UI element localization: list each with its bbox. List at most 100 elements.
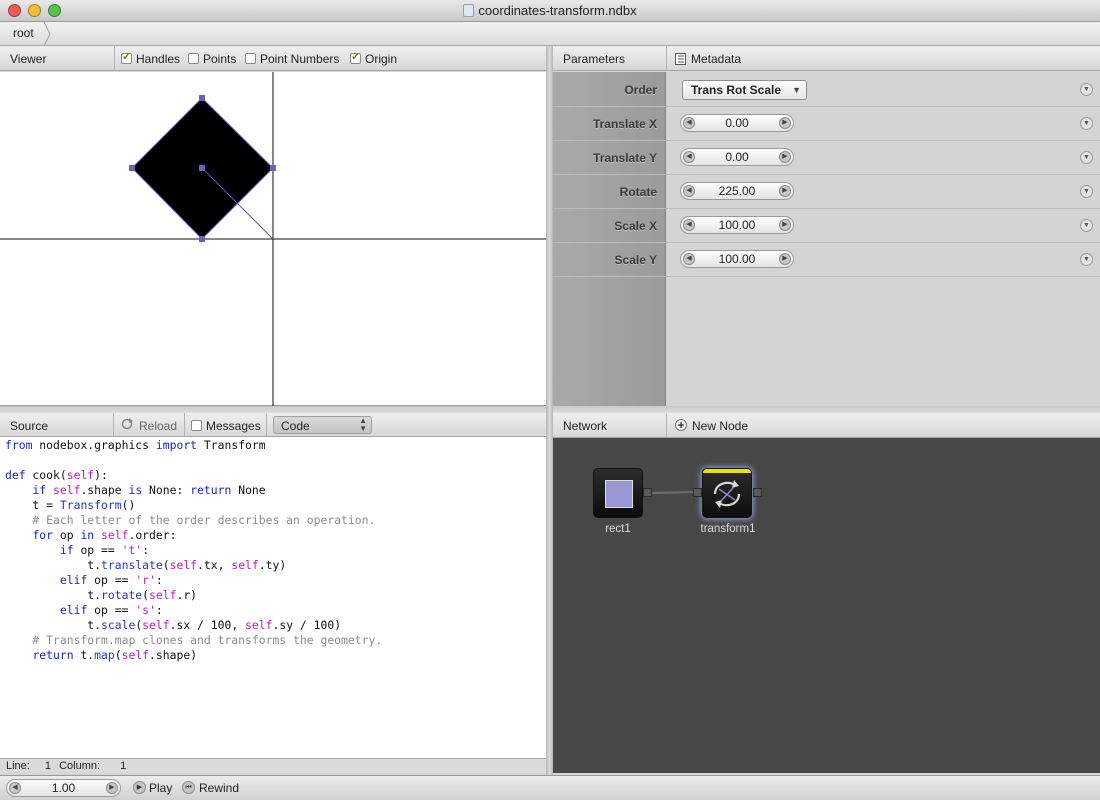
- node-rect1[interactable]: [593, 468, 643, 518]
- increment-arrow-icon[interactable]: ▶: [779, 185, 791, 197]
- messages-checkbox[interactable]: [191, 420, 202, 431]
- rewind-button[interactable]: Rewind: [199, 781, 239, 795]
- code-line: t.scale(self.sx / 100, self.sy / 100): [5, 618, 342, 632]
- translate-x-value[interactable]: 0.00: [681, 116, 793, 130]
- line-label: Line:: [6, 760, 30, 772]
- node-transform1[interactable]: [702, 468, 752, 518]
- header-divider: [666, 413, 667, 437]
- origin-checkbox[interactable]: [350, 50, 361, 64]
- rewind-icon[interactable]: ⏮: [182, 781, 195, 794]
- code-editor[interactable]: from nodebox.graphics import Transform d…: [0, 437, 546, 758]
- order-label: Order: [624, 83, 657, 97]
- handle-point[interactable]: [129, 165, 135, 171]
- increment-arrow-icon[interactable]: ▶: [106, 782, 118, 794]
- order-dropdown-value: Trans Rot Scale: [691, 83, 782, 97]
- translate-y-stepper[interactable]: ◀ 0.00 ▶: [680, 148, 794, 166]
- split-divider-right[interactable]: [553, 406, 1100, 413]
- translate-y-value[interactable]: 0.00: [681, 150, 793, 164]
- parameter-menu-icon[interactable]: ▼: [1080, 151, 1093, 164]
- parameter-menu-icon[interactable]: ▼: [1080, 185, 1093, 198]
- messages-label: Messages: [206, 419, 261, 433]
- points-label: Points: [203, 52, 237, 66]
- input-port[interactable]: [693, 488, 702, 497]
- viewer-header: Viewer Handles Points Point Numbers Orig…: [0, 46, 546, 71]
- parameters-panel: Order Trans Rot Scale ▼ ▼ Translate X ◀ 0.…: [553, 72, 1100, 406]
- rendered-indicator: [703, 469, 751, 473]
- network-title: Network: [563, 419, 608, 433]
- transform-node-icon: [713, 480, 741, 508]
- dropdown-arrow-icon: ▼: [792, 85, 801, 95]
- column-number: 1: [120, 760, 127, 772]
- rotate-stepper[interactable]: ◀ 225.00 ▶: [680, 182, 794, 200]
- reload-icon[interactable]: [121, 418, 133, 430]
- viewer-canvas[interactable]: [0, 72, 546, 406]
- code-line: t = Transform(): [5, 498, 136, 512]
- parameter-menu-icon[interactable]: ▼: [1080, 83, 1093, 96]
- code-mode-dropdown[interactable]: Code ▲ ▼: [273, 416, 372, 434]
- header-divider: [184, 413, 185, 437]
- increment-arrow-icon[interactable]: ▶: [779, 151, 791, 163]
- metadata-icon: [675, 53, 686, 65]
- new-node-button[interactable]: New Node: [692, 419, 748, 433]
- translate-x-stepper[interactable]: ◀ 0.00 ▶: [680, 114, 794, 132]
- connection-wire[interactable]: [651, 491, 698, 494]
- updown-arrows-icon: ▲ ▼: [359, 416, 367, 433]
- frame-value[interactable]: 1.00: [7, 781, 120, 795]
- increment-arrow-icon[interactable]: ▶: [779, 219, 791, 231]
- parameter-row-translate-x: Translate X ◀ 0.00 ▶ ▼: [553, 107, 1100, 141]
- scale-x-stepper[interactable]: ◀ 100.00 ▶: [680, 216, 794, 234]
- node-label-rect1: rect1: [605, 523, 631, 535]
- code-line: elif op == 's':: [59, 603, 163, 617]
- handle-point[interactable]: [270, 165, 276, 171]
- source-status-bar: Line: 1 Column: 1: [0, 758, 546, 773]
- header-divider: [114, 46, 115, 70]
- plus-icon[interactable]: [675, 419, 687, 431]
- code-mode-value: Code: [281, 419, 310, 433]
- parameter-row-scale-x: Scale X ◀ 100.00 ▶ ▼: [553, 209, 1100, 243]
- breadcrumb-root[interactable]: root: [0, 22, 46, 45]
- scale-x-value[interactable]: 100.00: [681, 218, 793, 232]
- scale-y-label: Scale Y: [614, 253, 657, 267]
- scale-y-stepper[interactable]: ◀ 100.00 ▶: [680, 250, 794, 268]
- output-port[interactable]: [753, 488, 762, 497]
- handles-checkbox[interactable]: [121, 50, 132, 64]
- handle-point[interactable]: [199, 95, 205, 101]
- center-handle-point[interactable]: [199, 165, 205, 171]
- scale-y-value[interactable]: 100.00: [681, 252, 793, 266]
- reload-button[interactable]: Reload: [139, 419, 177, 433]
- play-icon[interactable]: ▶: [133, 781, 146, 794]
- translate-x-label: Translate X: [592, 117, 657, 131]
- handle-point[interactable]: [199, 236, 205, 242]
- node-label-transform1: transform1: [700, 523, 756, 535]
- parameter-menu-icon[interactable]: ▼: [1080, 117, 1093, 130]
- source-header: Source Reload Messages Code ▲ ▼: [0, 413, 546, 437]
- parameter-menu-icon[interactable]: ▼: [1080, 253, 1093, 266]
- frame-stepper[interactable]: ◀ 1.00 ▶: [6, 779, 121, 797]
- parameter-row-rotate: Rotate ◀ 225.00 ▶ ▼: [553, 175, 1100, 209]
- column-label: Column:: [59, 760, 101, 772]
- path-bar: root: [0, 22, 1100, 46]
- rect-node-icon: [605, 480, 633, 508]
- play-button[interactable]: Play: [149, 781, 172, 795]
- translate-y-label: Translate Y: [593, 151, 657, 165]
- output-port[interactable]: [643, 488, 652, 497]
- code-line: if self.shape is None: return None: [32, 483, 266, 497]
- document-icon: [463, 4, 475, 17]
- points-checkbox[interactable]: [188, 53, 199, 64]
- parameter-row-order: Order Trans Rot Scale ▼ ▼: [553, 72, 1100, 107]
- network-canvas[interactable]: rect1 transform1: [553, 438, 1100, 773]
- tab-parameters[interactable]: Parameters: [563, 52, 625, 66]
- split-divider-left[interactable]: [0, 406, 546, 413]
- point-numbers-label: Point Numbers: [260, 52, 340, 66]
- point-numbers-checkbox[interactable]: [245, 53, 256, 64]
- split-divider-vertical[interactable]: [546, 46, 553, 775]
- increment-arrow-icon[interactable]: ▶: [779, 117, 791, 129]
- header-divider: [113, 413, 114, 437]
- order-dropdown[interactable]: Trans Rot Scale ▼: [682, 80, 807, 100]
- rotate-value[interactable]: 225.00: [681, 184, 793, 198]
- header-divider: [266, 413, 267, 437]
- tab-metadata[interactable]: Metadata: [691, 52, 741, 66]
- parameter-menu-icon[interactable]: ▼: [1080, 219, 1093, 232]
- increment-arrow-icon[interactable]: ▶: [779, 253, 791, 265]
